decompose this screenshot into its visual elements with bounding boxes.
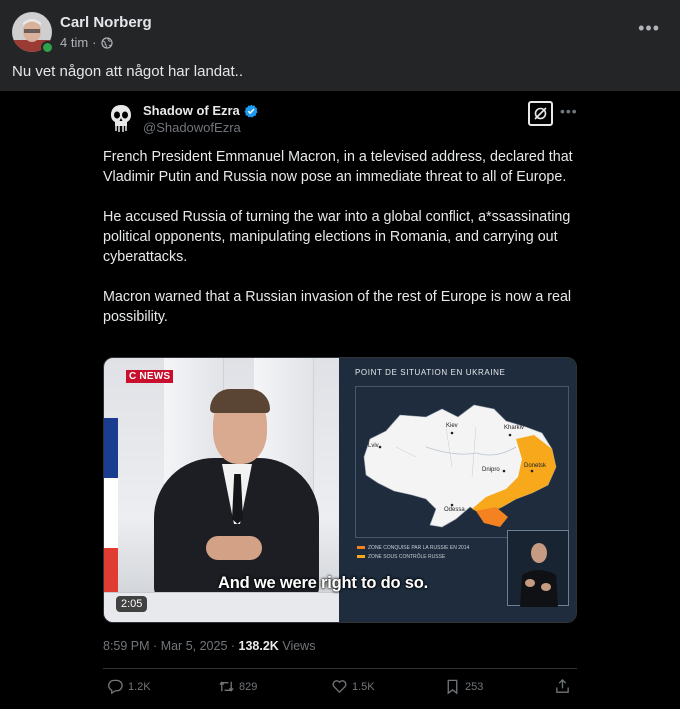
french-flag xyxy=(104,418,118,618)
grok-icon[interactable] xyxy=(528,101,553,126)
tweet-author-name[interactable]: Shadow of Ezra xyxy=(143,103,258,118)
heart-icon xyxy=(332,680,347,694)
embedded-tweet[interactable]: Shadow of Ezra @ShadowofEzra ••• French … xyxy=(0,91,680,709)
map-city-label: Dnipro xyxy=(482,467,500,473)
tweet-actions-bar: 1.2K 829 1.5K 253 xyxy=(103,678,577,700)
tweet-text: French President Emmanuel Macron, in a t… xyxy=(103,147,573,347)
post-meta: 4 tim · xyxy=(60,35,113,50)
map-city-label: Kharkiv xyxy=(504,425,525,431)
meta-separator: · xyxy=(92,35,97,50)
speaker-hair xyxy=(210,389,270,413)
like-button[interactable]: 1.5K xyxy=(331,678,375,695)
legend-swatch xyxy=(357,555,365,559)
retweet-button[interactable]: 829 xyxy=(218,678,257,695)
skull-avatar-icon xyxy=(107,102,135,134)
map-legend: ZONE CONQUISE PAR LA RUSSIE EN 2014 ZONE… xyxy=(357,544,469,562)
author-avatar[interactable] xyxy=(12,12,54,54)
legend-label: ZONE SOUS CONTRÔLE RUSSE xyxy=(368,554,446,560)
interpreter-figure xyxy=(520,543,558,607)
video-player[interactable]: C NEWS POINT DE SITUATION EN UKRAINE Lvi… xyxy=(103,357,577,623)
tweet-date[interactable]: Mar 5, 2025 xyxy=(161,639,228,653)
grok-glyph-icon xyxy=(534,107,547,120)
share-icon xyxy=(556,678,569,693)
like-count: 1.5K xyxy=(352,680,375,693)
display-name: Shadow of Ezra xyxy=(143,103,240,118)
reply-count: 1.2K xyxy=(128,680,151,693)
legend-swatch xyxy=(357,546,365,550)
map-city-label: Odessa xyxy=(444,507,465,513)
retweet-count: 829 xyxy=(239,680,258,693)
share-button[interactable] xyxy=(554,678,571,695)
bookmark-count: 253 xyxy=(465,680,484,693)
tweet-divider xyxy=(103,668,577,669)
video-subtitle: And we were right to do so. xyxy=(218,574,429,592)
bookmark-icon xyxy=(447,679,458,695)
views-label: Views xyxy=(282,639,316,653)
tweet-paragraph: French President Emmanuel Macron, in a t… xyxy=(103,149,573,185)
verified-badge-icon xyxy=(244,104,258,117)
sign-language-interpreter xyxy=(507,530,569,607)
map-city-label: Kiev xyxy=(446,423,458,429)
post-text: Nu vet någon att något har landat.. xyxy=(12,63,243,80)
facebook-post-header: Carl Norberg 4 tim · ••• Nu vet någon at… xyxy=(0,0,680,90)
tweet-paragraph: He accused Russia of turning the war int… xyxy=(103,209,571,265)
views-count: 138.2K xyxy=(238,639,279,653)
video-duration: 2:05 xyxy=(116,596,148,612)
author-name[interactable]: Carl Norberg xyxy=(60,14,152,31)
tweet-more-icon[interactable]: ••• xyxy=(560,103,578,119)
map-city-label: Lviv xyxy=(368,443,379,449)
bookmark-button[interactable]: 253 xyxy=(444,678,483,695)
cnews-logo: C NEWS xyxy=(126,370,174,383)
speaker-hands xyxy=(206,536,262,560)
tweet-paragraph: Macron warned that a Russian invasion of… xyxy=(103,289,572,325)
more-options-icon[interactable]: ••• xyxy=(638,18,660,39)
map-frame: Lviv Kiev Kharkiv Dnipro Donetsk Odessa xyxy=(355,386,569,538)
map-city-label: Donetsk xyxy=(524,463,547,469)
globe-icon[interactable] xyxy=(100,36,113,49)
reply-icon xyxy=(108,679,123,695)
stamp-separator: · xyxy=(153,639,161,653)
legend-label: ZONE CONQUISE PAR LA RUSSIE EN 2014 xyxy=(368,545,470,551)
map-title: POINT DE SITUATION EN UKRAINE xyxy=(355,368,506,377)
tweet-time[interactable]: 8:59 PM xyxy=(103,639,150,653)
stamp-separator: · xyxy=(230,639,239,653)
tweet-timestamp: 8:59 PM · Mar 5, 2025 · 138.2K Views xyxy=(103,639,315,653)
online-status-dot xyxy=(41,41,54,54)
tweet-handle[interactable]: @ShadowofEzra xyxy=(143,120,241,135)
reply-button[interactable]: 1.2K xyxy=(107,678,151,695)
post-time[interactable]: 4 tim xyxy=(60,35,88,50)
retweet-icon xyxy=(219,681,234,692)
